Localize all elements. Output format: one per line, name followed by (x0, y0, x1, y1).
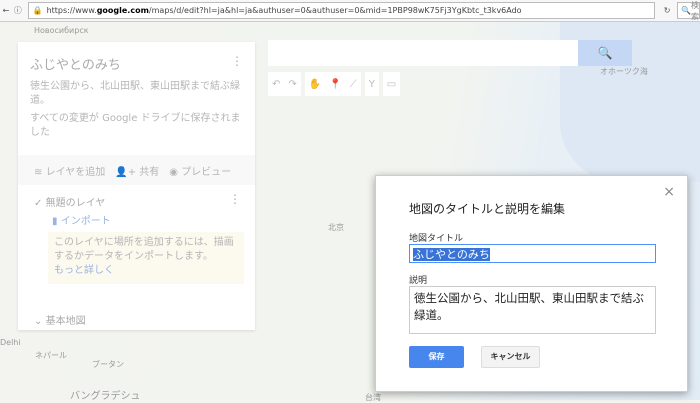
hand-icon[interactable]: ✋ (309, 79, 321, 90)
add-layer-button[interactable]: ≋ レイヤを追加 (34, 163, 105, 178)
map-label: オホーツク海 (600, 67, 648, 76)
import-label: インポート (60, 216, 111, 227)
map-label: 北京 (328, 223, 344, 232)
more-options-icon[interactable]: ⋮ (231, 54, 243, 68)
reload-icon[interactable]: ↻ (661, 6, 673, 15)
check-icon[interactable]: ✓ (34, 198, 42, 209)
map-label: Новосибирск (34, 26, 89, 35)
description-textarea[interactable]: 徳生公園から、北山田駅、東山田駅まで結ぶ緑道。 (409, 286, 656, 334)
search-placeholder: 検索 (690, 0, 699, 21)
map-title-input[interactable]: ふじやとのみち (409, 244, 656, 263)
title-label: 地図タイトル (409, 234, 464, 244)
directions-icon[interactable]: Y (369, 79, 375, 90)
chevron-icon: ⌄ (34, 316, 43, 327)
import-link[interactable]: ▮ インポート (52, 212, 111, 227)
description-label: 説明 (409, 276, 428, 286)
draw-line-icon[interactable]: ⟋ (350, 79, 357, 90)
layer-tip: このレイヤに場所を追加するには、描画するかデータをインポートします。もっと詳しく (48, 232, 244, 284)
share-label: 共有 (139, 166, 160, 178)
cancel-button[interactable]: キャンセル (481, 346, 540, 368)
base-map-label: 基本地図 (45, 316, 86, 327)
back-icon[interactable]: ← (0, 6, 12, 15)
edit-title-dialog: × 地図のタイトルと説明を編集 地図タイトル ふじやとのみち 説明 徳生公園から… (375, 175, 688, 392)
map-label: ブータン (92, 360, 124, 369)
preview-label: プレビュー (181, 166, 232, 178)
search-icon: 🔍 (597, 46, 613, 60)
title-value: ふじやとのみち (413, 248, 490, 261)
dialog-title: 地図のタイトルと説明を編集 (409, 202, 566, 216)
map-search-button[interactable]: 🔍 (578, 40, 632, 66)
file-icon: ▮ (52, 216, 58, 227)
undo-icon[interactable]: ↶ (272, 79, 280, 90)
map-search-input[interactable] (268, 40, 578, 66)
learn-more-link[interactable]: もっと詳しく (54, 264, 238, 278)
map-side-panel: ふじやとのみち ⋮ 徳生公園から、北山田駅、東山田駅まで結ぶ緑道。 すべての変更… (18, 42, 255, 330)
url-field[interactable]: 🔒 https://www.google.com/maps/d/edit?hl=… (27, 2, 656, 19)
panel-actions: ≋ レイヤを追加 👤+ 共有 ◉ プレビュー (18, 155, 255, 185)
add-layer-label: レイヤを追加 (45, 166, 106, 178)
map-description[interactable]: 徳生公園から、北山田駅、東山田駅まで結ぶ緑道。 (30, 80, 245, 108)
map-label: ネパール (35, 351, 67, 360)
tip-text: このレイヤに場所を追加するには、描画するかデータをインポートします。 (54, 237, 234, 262)
map-label: 台湾 (365, 393, 381, 402)
map-title[interactable]: ふじやとのみち (30, 54, 121, 73)
close-icon[interactable]: × (663, 184, 675, 200)
redo-icon[interactable]: ↷ (288, 79, 296, 90)
info-icon[interactable]: ⓘ (12, 5, 24, 16)
layer-name: 無題のレイヤ (45, 198, 106, 209)
browser-search-field[interactable]: 🔍 検索 (677, 0, 700, 21)
ruler-icon[interactable]: ▭ (387, 79, 396, 90)
browser-toolbar: ← ⓘ 🔒 https://www.google.com/maps/d/edit… (0, 0, 700, 22)
marker-icon[interactable]: 📍 (329, 79, 341, 90)
map-toolbar: ↶ ↷ ✋ 📍 ⟋ Y ▭ (268, 72, 401, 96)
preview-button[interactable]: ◉ プレビュー (169, 163, 231, 178)
save-status: すべての変更が Google ドライブに保存されました (30, 113, 241, 138)
save-button[interactable]: 保存 (409, 346, 464, 368)
base-map-item[interactable]: ⌄ 基本地図 (34, 312, 86, 327)
lock-icon: 🔒 (32, 6, 43, 15)
layer-item[interactable]: ✓ 無題のレイヤ (34, 194, 105, 209)
url-text: https://www.google.com/maps/d/edit?hl=ja… (46, 6, 522, 15)
map-label: Delhi (0, 338, 21, 347)
share-button[interactable]: 👤+ 共有 (115, 163, 159, 178)
layer-options-icon[interactable]: ⋮ (229, 192, 241, 206)
